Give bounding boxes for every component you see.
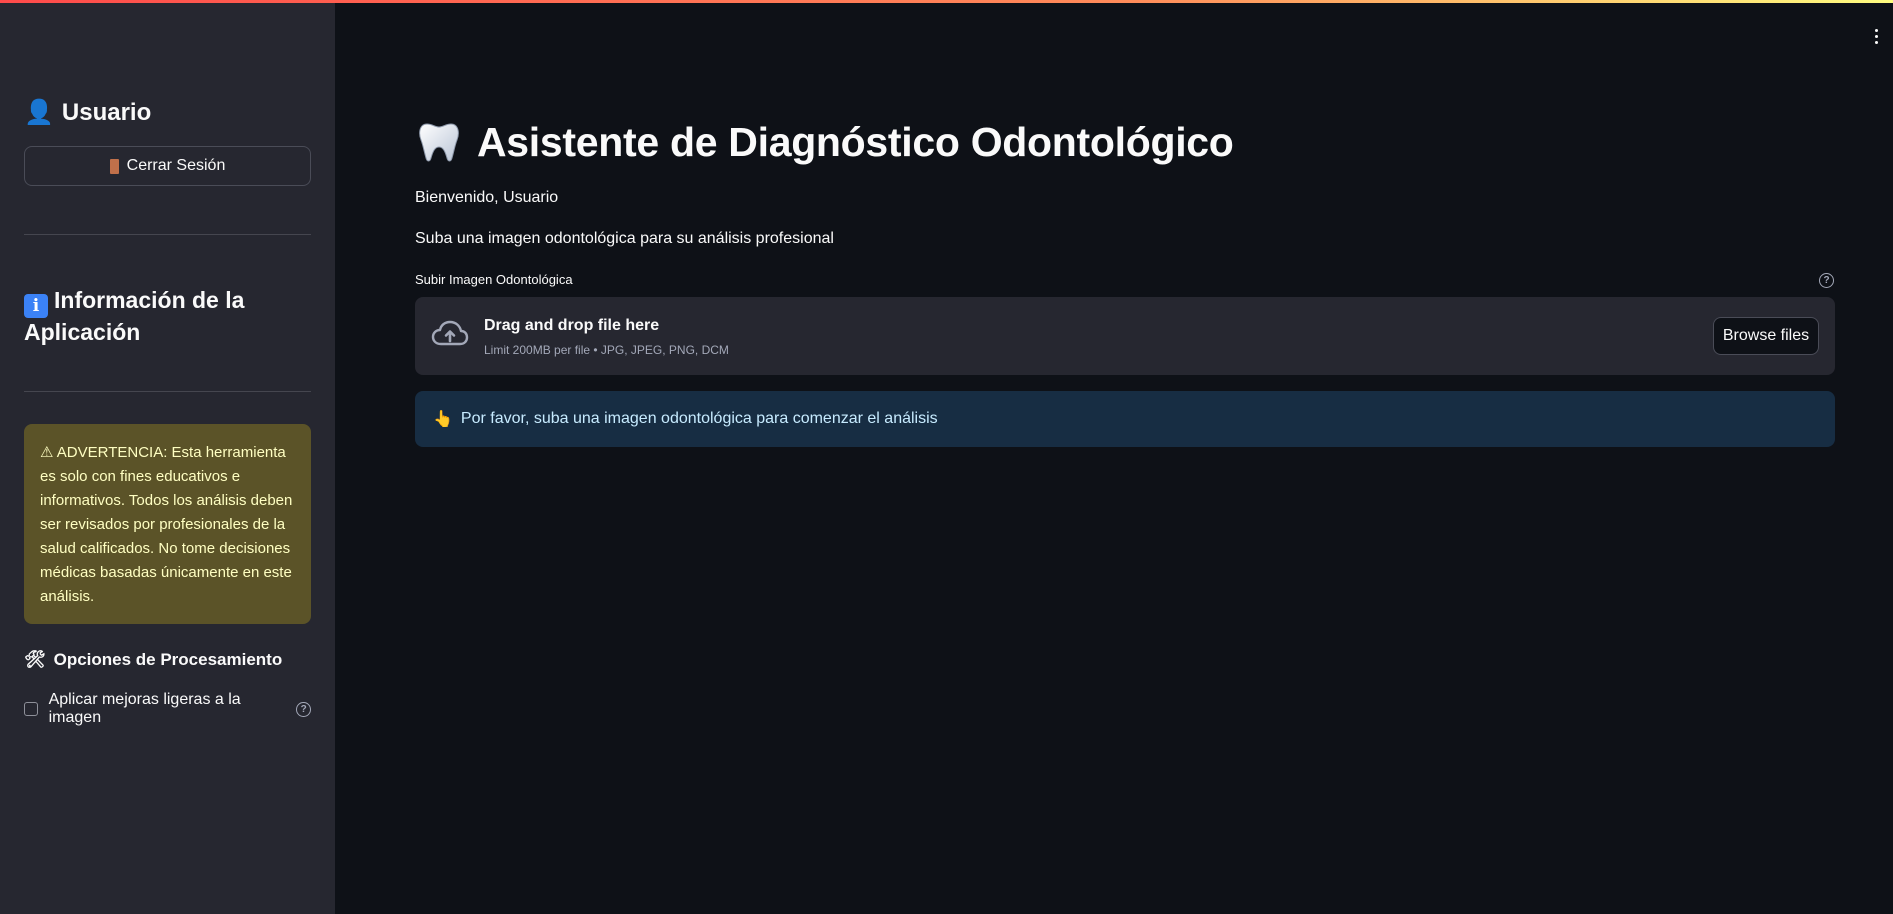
user-icon: 👤	[24, 99, 54, 126]
main-content: Asistente de Diagnóstico Odontológico Bi…	[415, 0, 1835, 914]
welcome-text: Bienvenido, Usuario	[415, 189, 559, 206]
dropzone-title: Drag and drop file here	[484, 317, 660, 334]
page-title: Asistente de Diagnóstico Odontológico	[415, 118, 1234, 166]
sidebar-divider	[24, 391, 311, 392]
warning-text: ⚠ ADVERTENCIA: Esta herramienta es solo …	[40, 444, 293, 605]
app-info-heading-label: Información de la Aplicación	[24, 287, 245, 345]
enhance-image-label[interactable]: Aplicar mejoras ligeras a la imagen	[49, 691, 290, 727]
subtitle-text: Suba una imagen odontológica para su aná…	[415, 230, 834, 247]
page-title-text: Asistente de Diagnóstico Odontológico	[477, 118, 1234, 165]
kebab-menu-icon[interactable]	[1872, 29, 1880, 44]
user-heading: 👤 Usuario	[24, 98, 151, 127]
help-icon[interactable]: ?	[296, 701, 312, 717]
sidebar: 👤 Usuario Cerrar Sesión i Información de …	[0, 0, 335, 914]
logout-button[interactable]: Cerrar Sesión	[24, 146, 311, 186]
top-decoration-bar	[0, 0, 1893, 3]
uploader-label: Subir Imagen Odontológica	[415, 272, 573, 287]
warning-alert: ⚠ ADVERTENCIA: Esta herramienta es solo …	[24, 424, 311, 624]
enhance-image-option: Aplicar mejoras ligeras a la imagen ?	[24, 691, 312, 727]
processing-options-heading: 🛠 Opciones de Procesamiento	[24, 650, 282, 670]
sidebar-divider	[24, 234, 311, 235]
browse-files-button[interactable]: Browse files	[1713, 317, 1819, 355]
app-info-heading: i Información de la Aplicación	[24, 286, 311, 347]
info-icon: i	[24, 294, 48, 318]
menu-dot	[1874, 35, 1878, 38]
door-icon	[109, 158, 119, 174]
user-heading-label: Usuario	[61, 98, 152, 126]
tools-icon: 🛠	[24, 650, 46, 669]
pointing-hand-icon: 👆	[433, 411, 453, 428]
menu-dot	[1874, 41, 1878, 44]
info-alert-text: Por favor, suba una imagen odontológica …	[460, 410, 938, 427]
file-dropzone[interactable]: Drag and drop file here Limit 200MB per …	[415, 297, 1835, 375]
info-alert: 👆 Por favor, suba una imagen odontológic…	[415, 391, 1835, 447]
uploader-help-icon[interactable]: ?	[1819, 273, 1834, 288]
tooth-icon	[419, 123, 459, 162]
menu-dot	[1874, 29, 1878, 32]
logout-button-label: Cerrar Sesión	[126, 157, 226, 174]
cloud-upload-icon	[431, 320, 469, 346]
enhance-image-checkbox[interactable]	[24, 702, 38, 716]
processing-options-label: Opciones de Procesamiento	[53, 650, 283, 669]
dropzone-limit: Limit 200MB per file • JPG, JPEG, PNG, D…	[484, 343, 729, 357]
